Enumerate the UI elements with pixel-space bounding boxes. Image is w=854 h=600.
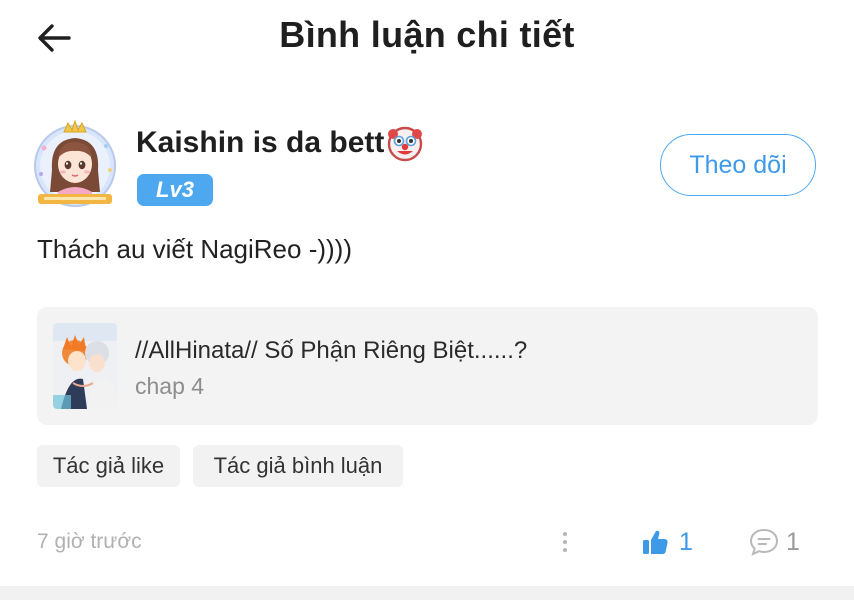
author-name-row: Kaishin is da bett: [136, 124, 424, 162]
story-chapter: chap 4: [135, 373, 205, 399]
comment-text: Thách au viết NagiReo -)))): [37, 234, 352, 264]
level-badge: Lv3: [137, 174, 213, 206]
bottom-divider: [0, 586, 854, 600]
like-count: 1: [679, 527, 693, 556]
timestamp: 7 giờ trước: [37, 530, 142, 553]
clown-face-icon: [388, 126, 423, 162]
comment-bubble-icon: [749, 528, 779, 556]
reply-count: 1: [786, 527, 800, 556]
avatar[interactable]: [30, 118, 120, 210]
top-bar: Bình luận chi tiết: [0, 0, 854, 80]
story-cover-image: [53, 323, 117, 409]
arrow-left-icon: [38, 24, 71, 52]
more-options-button[interactable]: [553, 528, 577, 556]
back-button[interactable]: [30, 18, 78, 58]
story-title: //AllHinata// Số Phận Riêng Biệt......?: [135, 337, 528, 364]
thumbs-up-icon: [643, 530, 668, 554]
tag-author-liked: Tác giả like: [37, 445, 180, 487]
like-button[interactable]: 1: [641, 524, 693, 560]
tag-author-commented: Tác giả bình luận: [193, 445, 403, 487]
vertical-dots-icon: [563, 532, 567, 552]
author-name[interactable]: Kaishin is da bett: [136, 126, 384, 160]
story-card[interactable]: //AllHinata// Số Phận Riêng Biệt......? …: [37, 307, 818, 425]
reply-button[interactable]: 1: [748, 524, 800, 560]
follow-button[interactable]: Theo dõi: [660, 134, 816, 196]
page-title: Bình luận chi tiết: [279, 14, 575, 55]
